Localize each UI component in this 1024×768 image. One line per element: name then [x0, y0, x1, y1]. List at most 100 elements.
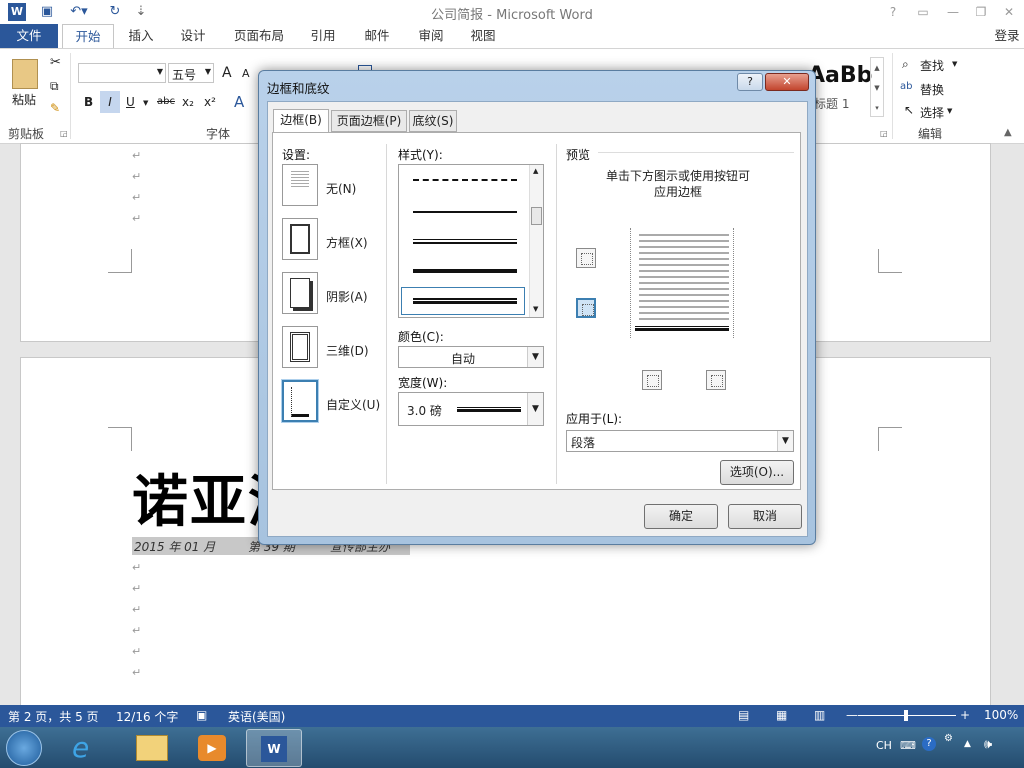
- options-button[interactable]: 选项(O)...: [720, 460, 794, 485]
- setting-box-icon[interactable]: [282, 218, 318, 260]
- language[interactable]: 英语(美国): [228, 708, 285, 725]
- tray-settings-icon[interactable]: ⚙: [944, 733, 953, 744]
- clipboard-launcher-icon[interactable]: ◲: [60, 129, 68, 138]
- proofing-icon[interactable]: ▣: [196, 708, 207, 722]
- find-button[interactable]: 查找: [920, 57, 944, 74]
- paste-button[interactable]: 粘贴: [12, 91, 36, 108]
- tab-page-layout[interactable]: 页面布局: [228, 24, 290, 48]
- scroll-thumb[interactable]: [531, 207, 542, 225]
- cut-icon[interactable]: ✂: [50, 55, 61, 70]
- right-border-button[interactable]: [706, 370, 726, 390]
- web-layout-icon[interactable]: ▥: [814, 708, 825, 722]
- collapse-ribbon-icon[interactable]: ▲: [1004, 127, 1012, 138]
- scroll-up-icon[interactable]: ▲: [533, 167, 538, 175]
- setting-none[interactable]: 无(N): [326, 180, 356, 197]
- select-dropdown-icon[interactable]: ▼: [947, 107, 952, 115]
- chevron-down-icon[interactable]: ▼: [527, 393, 543, 425]
- tab-shading[interactable]: 底纹(S): [409, 110, 457, 132]
- zoom-out-icon[interactable]: —: [846, 708, 858, 722]
- preview-diagram[interactable]: [630, 228, 734, 338]
- tab-design[interactable]: 设计: [172, 24, 214, 48]
- format-painter-icon[interactable]: ✎: [50, 101, 60, 115]
- dialog-close-button[interactable]: ✕: [765, 73, 809, 91]
- line-style-double[interactable]: [413, 239, 517, 244]
- find-dropdown-icon[interactable]: ▼: [952, 60, 957, 68]
- superscript-button[interactable]: x²: [204, 95, 216, 109]
- tab-home[interactable]: 开始: [62, 24, 114, 49]
- select-button[interactable]: 选择: [920, 104, 944, 121]
- underline-dropdown-icon[interactable]: ▼: [143, 99, 148, 107]
- italic-button[interactable]: I: [100, 91, 120, 113]
- dialog-help-button[interactable]: ?: [737, 73, 763, 91]
- subscript-button[interactable]: x₂: [182, 95, 194, 109]
- strikethrough-button[interactable]: abc: [157, 96, 175, 107]
- setting-custom-icon[interactable]: [282, 380, 318, 422]
- tab-insert[interactable]: 插入: [120, 24, 162, 48]
- close-window-icon[interactable]: ✕: [998, 2, 1020, 22]
- setting-shadow-icon[interactable]: [282, 272, 318, 314]
- restore-icon[interactable]: ❐: [970, 2, 992, 22]
- line-style-thick[interactable]: [413, 269, 517, 273]
- replace-button[interactable]: 替换: [920, 81, 944, 98]
- text-effects-icon[interactable]: A: [234, 93, 244, 111]
- tab-file[interactable]: 文件: [0, 24, 58, 48]
- apply-to-select[interactable]: 段落 ▼: [566, 430, 794, 452]
- vertical-scrollbar[interactable]: [1008, 145, 1024, 705]
- setting-custom[interactable]: 自定义(U): [326, 396, 380, 413]
- setting-3d-icon[interactable]: [282, 326, 318, 368]
- setting-box[interactable]: 方框(X): [326, 234, 368, 251]
- word-count[interactable]: 12/16 个字: [116, 708, 178, 725]
- color-select[interactable]: 自动 ▼: [398, 346, 544, 368]
- styles-launcher-icon[interactable]: ◲: [880, 129, 888, 138]
- tab-references[interactable]: 引用: [302, 24, 344, 48]
- minimize-icon[interactable]: —: [942, 2, 964, 22]
- read-mode-icon[interactable]: ▤: [738, 708, 749, 722]
- page-count[interactable]: 第 2 页，共 5 页: [8, 708, 99, 725]
- style-gallery[interactable]: AaBb 标题 1: [808, 59, 872, 119]
- grow-font-button[interactable]: A: [222, 65, 232, 81]
- ok-button[interactable]: 确定: [644, 504, 718, 529]
- bottom-border-button[interactable]: [576, 298, 596, 318]
- paste-icon[interactable]: [12, 59, 38, 89]
- help-icon[interactable]: ?: [882, 2, 904, 22]
- gallery-scroll[interactable]: ▲ ▼ ▾: [870, 57, 884, 117]
- tab-borders[interactable]: 边框(B): [273, 109, 329, 133]
- line-style-thin[interactable]: [413, 211, 517, 213]
- internet-explorer-icon[interactable]: e: [72, 731, 89, 764]
- line-style-dashdot[interactable]: [413, 179, 517, 181]
- copy-icon[interactable]: ⧉: [50, 79, 59, 94]
- top-border-button[interactable]: [576, 248, 596, 268]
- setting-shadow[interactable]: 阴影(A): [326, 288, 368, 305]
- keyboard-icon[interactable]: ⌨: [900, 739, 916, 752]
- underline-button[interactable]: U: [126, 95, 135, 109]
- zoom-in-icon[interactable]: +: [960, 708, 970, 722]
- left-border-button[interactable]: [642, 370, 662, 390]
- start-button-icon[interactable]: [6, 730, 42, 766]
- tab-review[interactable]: 审阅: [410, 24, 452, 48]
- media-player-icon[interactable]: ▶: [198, 735, 226, 761]
- ime-indicator[interactable]: CH: [876, 739, 892, 752]
- login-link[interactable]: 登录: [990, 24, 1024, 48]
- chevron-down-icon[interactable]: ▼: [527, 347, 543, 367]
- chevron-down-icon[interactable]: ▼: [777, 431, 793, 451]
- width-select[interactable]: 3.0 磅 ▼: [398, 392, 544, 426]
- print-layout-icon[interactable]: ▦: [776, 708, 787, 722]
- ribbon-display-icon[interactable]: ▭: [912, 2, 934, 22]
- word-taskbar-icon[interactable]: W: [246, 729, 302, 767]
- tab-view[interactable]: 视图: [462, 24, 504, 48]
- tab-mailings[interactable]: 邮件: [356, 24, 398, 48]
- scroll-down-icon[interactable]: ▼: [533, 305, 538, 313]
- file-explorer-icon[interactable]: [136, 735, 168, 761]
- zoom-level[interactable]: 100%: [984, 708, 1018, 722]
- help-tray-icon[interactable]: ?: [922, 737, 936, 751]
- line-style-selected[interactable]: [401, 287, 525, 315]
- style-scrollbar[interactable]: ▲ ▼: [529, 165, 543, 317]
- volume-icon[interactable]: 🕪: [984, 737, 992, 752]
- line-style-list[interactable]: ▲ ▼: [398, 164, 544, 318]
- font-name-input[interactable]: ▼: [78, 63, 166, 83]
- setting-3d[interactable]: 三维(D): [326, 342, 369, 359]
- tab-page-border[interactable]: 页面边框(P): [331, 110, 407, 132]
- bold-button[interactable]: B: [84, 95, 93, 109]
- show-hidden-icons[interactable]: ▲: [964, 739, 971, 749]
- shrink-font-button[interactable]: A: [242, 67, 250, 80]
